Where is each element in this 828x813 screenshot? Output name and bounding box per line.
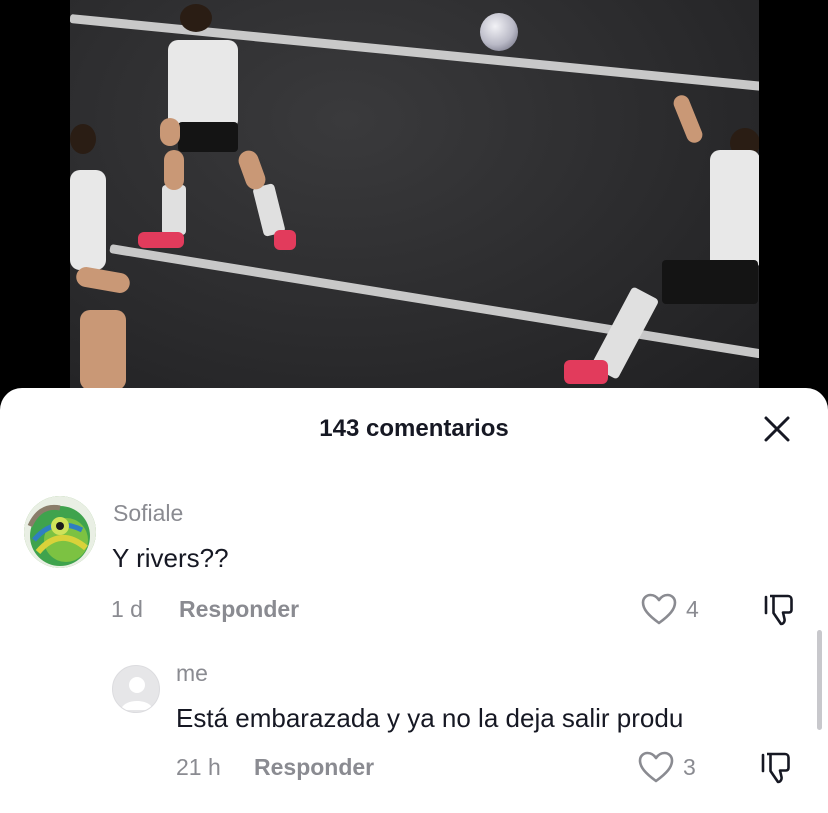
reply-comment-item: me Está embarazada y ya no la deja salir…: [0, 660, 828, 810]
comment-text: Está embarazada y ya no la deja salir pr…: [176, 703, 684, 733]
dislike-button[interactable]: [759, 750, 795, 791]
comment-timestamp: 21 h: [176, 754, 221, 780]
close-button[interactable]: [760, 412, 794, 446]
comment-item: Sofiale Y rivers?? 1 d Responder 4: [0, 488, 828, 638]
like-button[interactable]: 4: [640, 592, 699, 626]
thumbs-down-icon: [764, 594, 793, 626]
comment-timestamp: 1 d: [111, 596, 143, 622]
video-player[interactable]: [70, 0, 759, 400]
comment-text: Y rivers??: [112, 543, 229, 573]
close-icon: [764, 416, 790, 442]
like-count: 4: [686, 595, 699, 622]
comment-username[interactable]: me: [176, 660, 208, 687]
like-button[interactable]: 3: [637, 750, 696, 784]
thumbs-down-icon: [761, 752, 790, 784]
scrollbar[interactable]: [817, 630, 822, 730]
like-count: 3: [683, 753, 696, 780]
comments-header: 143 comentarios: [0, 388, 828, 472]
reply-button[interactable]: Responder: [179, 596, 299, 623]
heart-icon: [641, 593, 677, 625]
user-avatar[interactable]: [24, 496, 96, 568]
heart-icon: [638, 751, 674, 783]
chameleon-avatar-icon: [24, 496, 96, 568]
soccer-ball: [480, 13, 518, 51]
user-avatar[interactable]: [112, 665, 160, 713]
default-avatar-icon: [121, 677, 153, 710]
comment-username[interactable]: Sofiale: [113, 500, 183, 527]
comment-count-title: 143 comentarios: [319, 415, 509, 442]
comments-sheet: 143 comentarios Sofiale Y rivers?? 1 d R…: [0, 388, 828, 813]
dislike-button[interactable]: [762, 592, 798, 633]
reply-button[interactable]: Responder: [254, 754, 374, 781]
